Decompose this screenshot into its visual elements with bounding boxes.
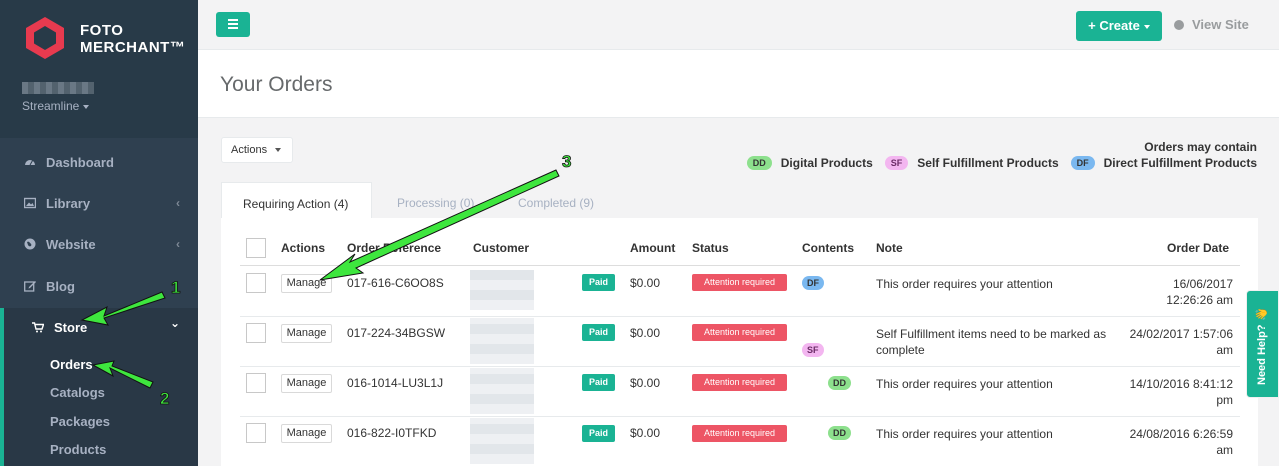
menu-toggle-button[interactable] (216, 12, 250, 37)
legend-label: Direct Fulfillment Products (1103, 156, 1257, 170)
paid-badge: Paid (582, 274, 615, 291)
column-header: Customer (473, 241, 530, 255)
badge-df: DF (1070, 156, 1095, 170)
chevron-down-icon: ⌄ (169, 316, 180, 330)
order-reference: 017-616-C6OO8S (347, 276, 444, 290)
annotation-number-3: 3 (562, 152, 571, 171)
legend-title: Orders may contain (1144, 140, 1257, 154)
edit-icon (24, 281, 36, 292)
sidebar-subitem-packages[interactable]: Packages (50, 414, 110, 429)
fotomerchant-logo-icon[interactable] (22, 15, 68, 61)
column-header: Actions (281, 241, 326, 255)
order-date: 14/10/2016 8:41:12 pm (1129, 377, 1233, 407)
row-checkbox[interactable] (246, 373, 266, 393)
sidebar-subitem-products[interactable]: Products (50, 442, 106, 457)
paid-badge: Paid (582, 324, 615, 341)
caret-down-icon (275, 148, 282, 153)
cart-icon (32, 322, 44, 333)
column-header: Contents (802, 241, 854, 255)
sidebar-item-dashboard[interactable]: Dashboard (0, 143, 198, 183)
customer-redacted (470, 318, 534, 364)
column-header: Status (692, 241, 729, 255)
dashboard-icon (25, 160, 35, 166)
chevron-left-icon: ‹ (176, 196, 180, 210)
sidebar-item-store[interactable]: Store ⌄ (0, 308, 198, 348)
manage-button[interactable]: Manage (281, 324, 332, 343)
legend-label: Self Fulfillment Products (917, 156, 1059, 170)
order-reference: 017-224-34BGSW (347, 326, 446, 340)
order-amount: $0.00 (630, 326, 661, 340)
row-checkbox[interactable] (246, 323, 266, 343)
bulk-actions-dropdown[interactable]: Actions (221, 137, 293, 163)
page-heading: Your Orders (198, 50, 1279, 118)
order-date: 24/02/2017 1:57:06 am (1129, 327, 1233, 357)
order-amount: $0.00 (630, 426, 661, 440)
status-badge: Attention required (692, 425, 787, 442)
tab-processing[interactable]: Processing (0) (397, 183, 474, 219)
page-title: Your Orders (220, 73, 333, 96)
customer-redacted (470, 270, 534, 310)
column-header: Note (876, 241, 903, 255)
content-badge-dd: DD (828, 426, 851, 440)
brand-name: FOTO MERCHANT™ (80, 22, 186, 56)
order-note: Self Fulfillment items need to be marked… (876, 327, 1107, 357)
content-badge-dd: DD (828, 376, 851, 390)
sidebar-item-library[interactable]: Library ‹ (0, 184, 198, 224)
globe-icon (24, 238, 36, 250)
column-header: Order Reference (347, 241, 442, 255)
manage-button[interactable]: Manage (281, 424, 332, 443)
status-badge: Attention required (692, 324, 787, 341)
paid-badge: Paid (582, 374, 615, 391)
contents-legend: DD Digital Products SF Self Fulfillment … (746, 156, 1257, 170)
content-badge-df: DF (802, 276, 824, 290)
status-badge: Attention required (692, 274, 787, 291)
top-navbar: + Create View Site (198, 0, 1279, 50)
badge-sf: SF (884, 156, 909, 170)
select-all-checkbox[interactable] (246, 238, 266, 258)
legend-label: Digital Products (780, 156, 873, 170)
order-note: This order requires your attention (876, 277, 1053, 291)
globe-icon (1174, 20, 1184, 30)
user-name-redacted (22, 82, 94, 94)
need-help-tab[interactable]: Need Help? 👋 (1246, 290, 1279, 398)
paid-badge: Paid (582, 425, 615, 442)
sidebar-item-blog[interactable]: Blog (0, 267, 198, 307)
content-badge-sf: SF (802, 343, 824, 357)
tab-completed[interactable]: Completed (9) (518, 183, 594, 219)
hamburger-icon (228, 19, 238, 21)
sidebar-header: FOTO MERCHANT™ Streamline (0, 0, 198, 138)
customer-redacted (470, 368, 534, 414)
order-note: This order requires your attention (876, 427, 1053, 441)
sidebar-subitem-catalogs[interactable]: Catalogs (50, 385, 105, 400)
tab-requiring-action[interactable]: Requiring Action (4) (221, 182, 372, 219)
caret-down-icon (1143, 24, 1150, 29)
view-site-link[interactable]: View Site (1174, 17, 1249, 32)
sidebar-item-website[interactable]: Website ‹ (0, 225, 198, 265)
column-header: Amount (630, 241, 676, 255)
user-role-dropdown[interactable]: Streamline (22, 99, 90, 113)
badge-dd: DD (746, 156, 772, 170)
order-date: 24/08/2016 6:26:59 am (1129, 427, 1233, 457)
sidebar-subitem-orders[interactable]: Orders (50, 357, 93, 372)
manage-button[interactable]: Manage (281, 374, 332, 393)
order-amount: $0.00 (630, 276, 661, 290)
order-reference: 016-1014-LU3L1J (347, 376, 444, 390)
image-icon (24, 197, 36, 209)
manage-button[interactable]: Manage (281, 274, 332, 293)
status-badge: Attention required (692, 374, 787, 391)
order-reference: 016-822-I0TFKD (347, 426, 437, 440)
caret-down-icon (83, 104, 90, 109)
chevron-left-icon: ‹ (176, 237, 180, 251)
sidebar: FOTO MERCHANT™ Streamline Dashboard Libr… (0, 0, 198, 466)
create-button[interactable]: + Create (1076, 11, 1162, 41)
order-note: This order requires your attention (876, 377, 1053, 391)
row-checkbox[interactable] (246, 273, 266, 293)
order-amount: $0.00 (630, 376, 661, 390)
column-header: Order Date (1167, 241, 1230, 255)
customer-redacted (470, 418, 534, 464)
order-date: 16/06/2017 12:26:26 am (1166, 277, 1233, 307)
row-checkbox[interactable] (246, 423, 266, 443)
